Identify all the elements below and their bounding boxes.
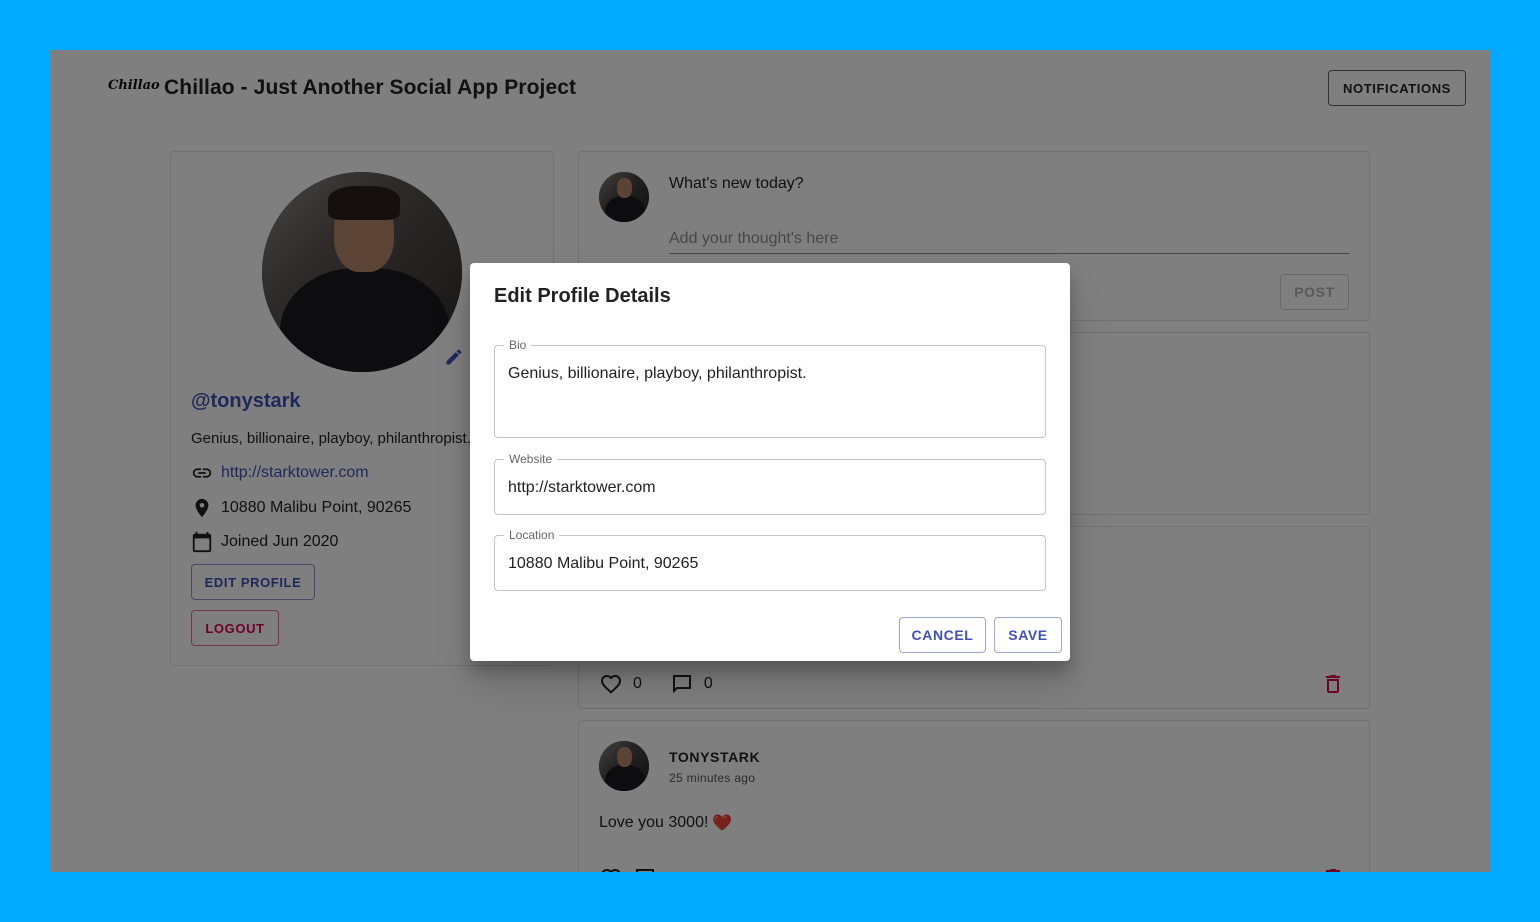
- website-field[interactable]: Website http://starktower.com: [494, 452, 1046, 515]
- bio-value[interactable]: Genius, billionaire, playboy, philanthro…: [508, 365, 807, 383]
- website-value[interactable]: http://starktower.com: [508, 479, 656, 497]
- cancel-button[interactable]: CANCEL: [899, 617, 986, 653]
- dialog-title: Edit Profile Details: [494, 285, 671, 307]
- location-value[interactable]: 10880 Malibu Point, 90265: [508, 555, 698, 573]
- edit-profile-dialog: Edit Profile Details Bio Genius, billion…: [470, 263, 1070, 661]
- bio-field[interactable]: Bio Genius, billionaire, playboy, philan…: [494, 338, 1046, 438]
- bio-label: Bio: [504, 338, 532, 352]
- save-button[interactable]: SAVE: [994, 617, 1062, 653]
- app-window: Chillao Chillao - Just Another Social Ap…: [50, 50, 1490, 872]
- website-label: Website: [504, 452, 558, 466]
- location-field[interactable]: Location 10880 Malibu Point, 90265: [494, 528, 1046, 591]
- location-label: Location: [504, 528, 560, 542]
